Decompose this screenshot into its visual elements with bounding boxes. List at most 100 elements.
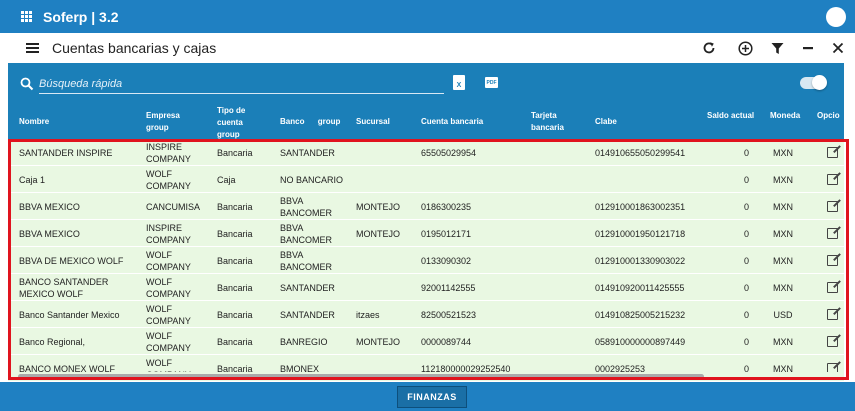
cell-empresa: INSPIRE COMPANY: [146, 141, 191, 164]
excel-export-icon[interactable]: X: [453, 75, 465, 90]
cell-tarjeta: [531, 247, 591, 274]
header-tarjeta[interactable]: Tarjeta bancaria: [531, 110, 571, 134]
cell-moneda: MXN: [773, 363, 793, 373]
header-cuenta[interactable]: Cuenta bancaria: [421, 116, 483, 128]
cell-cuenta: 112180000029252540: [421, 363, 511, 373]
close-icon[interactable]: [829, 39, 847, 57]
cell-saldo: 0: [743, 309, 749, 320]
cell-banco: BMONEX: [280, 363, 320, 373]
table-header: Nombre Empresa group Tipo de cuenta grou…: [8, 105, 844, 139]
cell-clabe: 012910001330903022: [595, 255, 686, 266]
cell-tarjeta: [531, 301, 591, 328]
edit-icon[interactable]: [827, 147, 838, 158]
app-bar: Soferp | 3.2: [0, 0, 855, 33]
cell-sucursal: MONTEJO: [356, 228, 400, 239]
cell-tarjeta: [531, 166, 591, 193]
cell-clabe: 012910001863002351: [595, 201, 686, 212]
edit-icon[interactable]: [827, 174, 838, 185]
cell-moneda: MXN: [773, 201, 793, 212]
edit-icon[interactable]: [827, 228, 838, 239]
cell-tarjeta: [531, 139, 591, 166]
refresh-icon[interactable]: [700, 39, 718, 57]
cell-empresa: INSPIRE COMPANY: [146, 222, 191, 245]
cell-banco: BBVA BANCOMER: [280, 249, 333, 272]
cell-moneda: MXN: [773, 336, 793, 347]
cell-clabe: 014910920011425555: [595, 282, 685, 293]
header-tipo[interactable]: Tipo de cuenta group: [217, 105, 262, 141]
table-row[interactable]: Banco Santander Mexico WOLF COMPANY Bancar…: [8, 301, 844, 328]
apps-grid-icon[interactable]: [21, 11, 32, 22]
cell-tipo: Bancaria: [217, 363, 253, 373]
cell-saldo: 0: [743, 174, 749, 185]
view-toggle-knob[interactable]: [812, 75, 827, 90]
cell-banco: NO BANCARIO: [280, 174, 344, 185]
cell-saldo: 0: [743, 228, 749, 239]
add-circle-icon[interactable]: [736, 39, 754, 57]
edit-icon[interactable]: [827, 201, 838, 212]
app-title: Soferp | 3.2: [43, 9, 119, 25]
header-banco[interactable]: Banco group: [280, 116, 340, 128]
edit-icon[interactable]: [827, 309, 838, 320]
cell-saldo: 0: [743, 147, 749, 158]
edit-icon[interactable]: [827, 282, 838, 293]
header-saldo[interactable]: Saldo actual: [707, 110, 754, 122]
table-row[interactable]: BBVA DE MEXICO WOLF WOLF COMPANY Bancaria B…: [8, 247, 844, 274]
cell-clabe: 014910825005215232: [595, 309, 686, 320]
cell-banco: SANTANDER: [280, 309, 335, 320]
page-toolbar: Cuentas bancarias y cajas: [0, 33, 855, 63]
search-input[interactable]: [39, 74, 444, 94]
vertical-scroll-track: [844, 63, 855, 382]
table-row[interactable]: Banco Regional, WOLF COMPANY Bancaria BANRE…: [8, 328, 844, 355]
table-row[interactable]: BANCO MONEX WOLF WOLF COMPANY Bancaria BMON…: [8, 355, 844, 372]
cell-empresa: WOLF COMPANY: [146, 168, 191, 191]
cell-moneda: USD: [773, 309, 793, 320]
cell-tipo: Bancaria: [217, 228, 253, 239]
cell-moneda: MXN: [773, 147, 793, 158]
cell-cuenta: 0186300235: [421, 201, 472, 212]
header-clabe[interactable]: Clabe: [595, 116, 617, 128]
edit-icon[interactable]: [827, 255, 838, 266]
cell-sucursal: MONTEJO: [356, 201, 400, 212]
table-row[interactable]: BBVA MEXICO INSPIRE COMPANY Bancaria BBVA B…: [8, 220, 844, 247]
cell-banco: BANREGIO: [280, 336, 328, 347]
edit-icon[interactable]: [827, 363, 838, 372]
cell-tarjeta: [531, 193, 591, 220]
cell-clabe: 0002925253: [595, 363, 646, 373]
cell-sucursal: [356, 139, 416, 166]
cell-nombre: SANTANDER INSPIRE: [19, 147, 113, 158]
cell-tipo: Bancaria: [217, 147, 253, 158]
cell-nombre: Caja 1: [19, 174, 46, 185]
cell-nombre: BBVA MEXICO: [19, 228, 80, 239]
scrollbar-thumb[interactable]: [18, 374, 704, 379]
cell-empresa: WOLF COMPANY: [146, 357, 191, 373]
filter-icon[interactable]: [768, 39, 786, 57]
header-nombre[interactable]: Nombre: [19, 116, 49, 128]
search-row: X PDF: [8, 63, 844, 105]
pdf-export-icon[interactable]: PDF: [485, 77, 498, 88]
cell-tipo: Caja: [217, 174, 236, 185]
table-row[interactable]: SANTANDER INSPIRE INSPIRE COMPANY Bancaria…: [8, 139, 844, 166]
table-row[interactable]: Caja 1 WOLF COMPANY Caja NO BANCARIO 0 MXN: [8, 166, 844, 193]
header-empresa[interactable]: Empresa group: [146, 110, 196, 134]
cell-cuenta: 0195012171: [421, 228, 472, 239]
table-row[interactable]: BBVA MEXICO CANCUMISA Bancaria BBVA BANCOME…: [8, 193, 844, 220]
cell-saldo: 0: [743, 255, 749, 266]
cell-tipo: Bancaria: [217, 336, 253, 347]
menu-icon[interactable]: [26, 43, 39, 53]
header-opciones: Opcio: [817, 111, 840, 120]
cell-tipo: Bancaria: [217, 309, 253, 320]
avatar[interactable]: [826, 7, 846, 27]
cell-saldo: 0: [743, 363, 749, 373]
edit-icon[interactable]: [827, 336, 838, 347]
cell-nombre: Banco Regional,: [19, 336, 86, 347]
horizontal-scrollbar[interactable]: [8, 372, 844, 381]
cell-cuenta: 0133090302: [421, 255, 472, 266]
minimize-icon[interactable]: [799, 39, 817, 57]
search-icon: [20, 77, 34, 91]
table-row[interactable]: BANCO SANTANDER MEXICO WOLF WOLF COMPANY B…: [8, 274, 844, 301]
cell-empresa: WOLF COMPANY: [146, 276, 191, 299]
cell-tipo: Bancaria: [217, 201, 253, 212]
header-sucursal[interactable]: Sucursal: [356, 116, 390, 128]
finanzas-button[interactable]: FINANZAS: [397, 386, 467, 408]
header-moneda[interactable]: Moneda: [770, 110, 800, 122]
